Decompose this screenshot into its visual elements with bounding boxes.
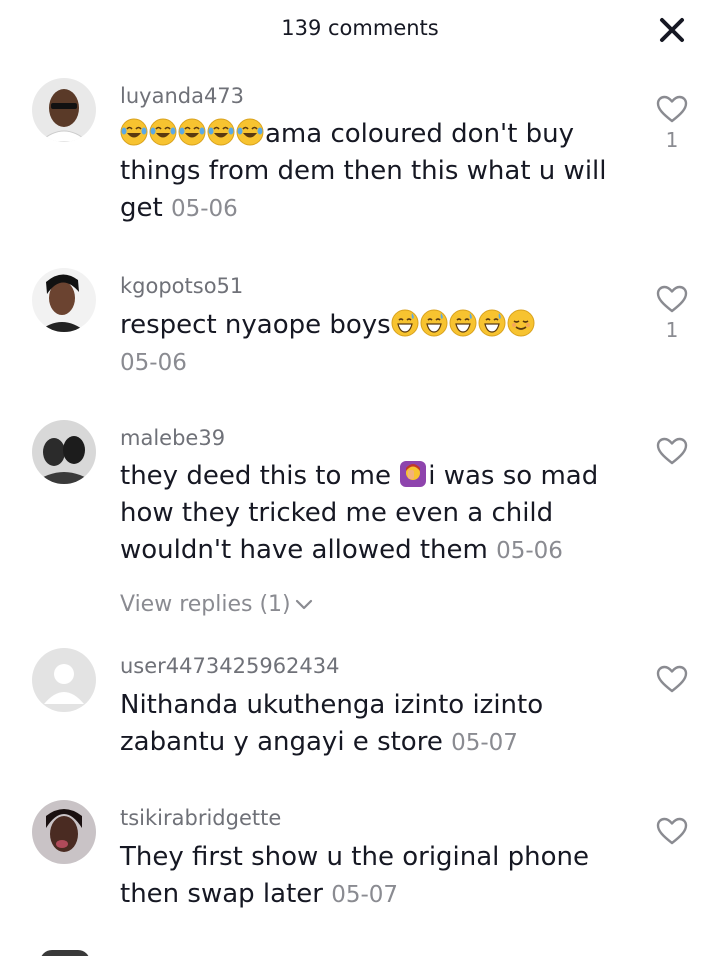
comments-sheet: 139 comments luyanda473 ama coloured don… — [0, 0, 720, 956]
like-button[interactable] — [652, 436, 692, 466]
emoji-group — [120, 118, 265, 149]
heart-outline-icon — [656, 95, 688, 123]
comments-count-title: 139 comments — [281, 16, 439, 40]
avatar[interactable] — [32, 420, 96, 484]
grinning-face-with-sweat-icon — [391, 309, 419, 337]
like-button[interactable]: 1 — [652, 284, 692, 342]
relieved-face-icon — [507, 309, 535, 337]
avatar[interactable] — [32, 78, 96, 142]
face-with-tears-of-joy-icon — [207, 118, 235, 146]
heart-outline-icon — [656, 285, 688, 313]
like-button[interactable]: 1 — [652, 94, 692, 152]
comment-body-start: they deed this to me — [120, 461, 400, 491]
face-with-tears-of-joy-icon — [236, 118, 264, 146]
comments-header: 139 comments — [0, 0, 720, 58]
face-with-tears-of-joy-icon — [149, 118, 177, 146]
woman-facepalming-icon — [400, 461, 427, 487]
grinning-face-with-sweat-icon — [420, 309, 448, 337]
heart-outline-icon — [656, 817, 688, 845]
close-icon — [660, 18, 684, 42]
face-with-tears-of-joy-icon — [120, 118, 148, 146]
comment-date: 05-06 — [120, 350, 187, 376]
face-with-tears-of-joy-icon — [178, 118, 206, 146]
chevron-down-icon — [295, 599, 312, 610]
like-count: 1 — [665, 318, 679, 342]
comment-date: 05-06 — [496, 538, 563, 564]
comment-date: 05-07 — [331, 882, 399, 908]
comment-username[interactable]: luyanda473 — [120, 82, 244, 110]
comment-username[interactable]: kgopotso51 — [120, 272, 243, 300]
comment-text: They first show u the original phone the… — [120, 839, 620, 914]
view-replies-button[interactable]: View replies (1) — [120, 590, 313, 620]
comment-text: Nithanda ukuthenga izinto izinto zabantu… — [120, 687, 620, 762]
avatar[interactable] — [32, 800, 96, 864]
comment-date: 05-06 — [170, 196, 238, 222]
comment-username[interactable]: tsikirabridgette — [120, 804, 281, 832]
close-button[interactable] — [656, 14, 688, 46]
avatar[interactable] — [40, 950, 90, 956]
view-replies-label: View replies (1) — [120, 592, 291, 617]
heart-outline-icon — [656, 665, 688, 693]
emoji-group — [391, 309, 536, 340]
comment-username[interactable]: user4473425962434 — [120, 652, 340, 680]
avatar[interactable] — [32, 268, 96, 332]
comment-username[interactable]: malebe39 — [120, 424, 225, 452]
comment-date: 05-07 — [451, 730, 518, 756]
comment-text: ama coloured don't buy things from dem t… — [120, 116, 620, 228]
default-avatar-icon — [32, 648, 96, 712]
avatar[interactable] — [32, 648, 96, 712]
like-button[interactable] — [652, 664, 692, 694]
comment-text: respect nyaope boys 05-06 — [120, 307, 620, 382]
comment-text: they deed this to me i was so mad how th… — [120, 458, 620, 570]
grinning-face-with-sweat-icon — [449, 309, 477, 337]
like-button[interactable] — [652, 816, 692, 846]
heart-outline-icon — [656, 437, 688, 465]
grinning-face-with-sweat-icon — [478, 309, 506, 337]
comment-body: respect nyaope boys — [120, 310, 391, 340]
like-count: 1 — [665, 128, 679, 152]
